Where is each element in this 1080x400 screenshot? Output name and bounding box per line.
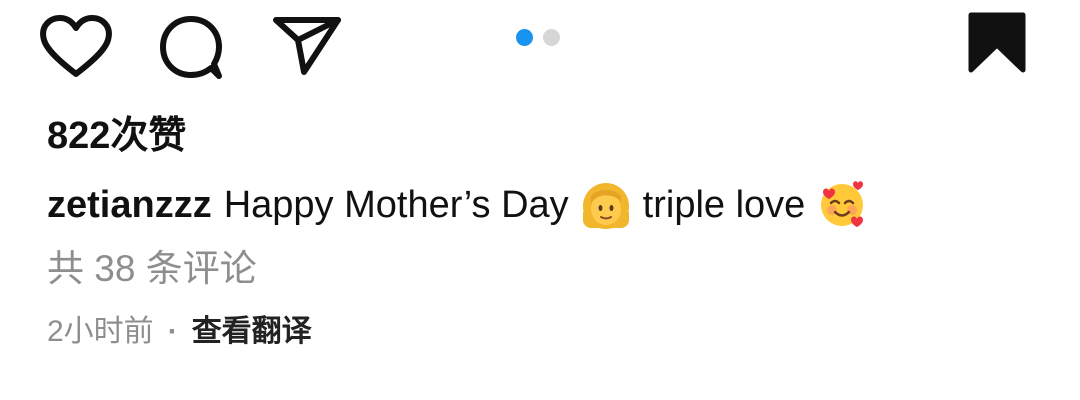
comment-bubble-icon (160, 16, 222, 79)
post-action-bar (0, 0, 1080, 100)
carousel-dot-active (516, 29, 533, 46)
comment-button[interactable] (155, 12, 227, 84)
caption-username[interactable]: zetianzzz (47, 182, 212, 228)
carousel-dot (543, 29, 560, 46)
bookmark-icon (968, 12, 1026, 73)
share-button[interactable] (270, 12, 344, 78)
post-caption: zetianzzz Happy Mother’s Day triple love (47, 180, 879, 230)
caption-text-1: Happy Mother’s Day (223, 184, 569, 226)
like-button[interactable] (38, 12, 114, 82)
like-count[interactable]: 822次赞 (47, 113, 186, 159)
carousel-indicator (516, 29, 560, 47)
post-timestamp: 2小时前 (47, 315, 154, 348)
smiling-face-with-hearts-emoji-icon (817, 180, 867, 230)
woman-blond-emoji-icon (581, 180, 631, 230)
view-comments-link[interactable]: 共 38 条评论 (47, 246, 257, 292)
save-button[interactable] (968, 12, 1026, 74)
post-meta: 2小时前 · 查看翻译 (47, 312, 312, 352)
paper-plane-icon (273, 17, 341, 75)
see-translation-link[interactable]: 查看翻译 (192, 312, 312, 352)
meta-separator: · (167, 315, 178, 348)
heart-icon (40, 15, 112, 77)
caption-text-2: triple love (642, 184, 806, 226)
